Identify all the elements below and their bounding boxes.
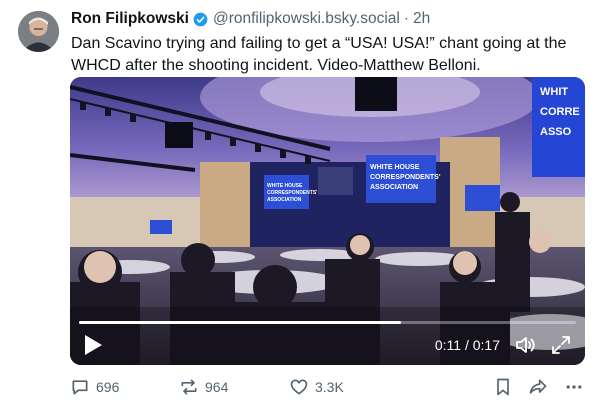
post-text: Dan Scavino trying and failing to get a …	[71, 35, 567, 74]
svg-text:CORRE: CORRE	[540, 106, 580, 118]
bookmark-icon	[497, 378, 509, 396]
repost-button[interactable]: 964	[179, 376, 228, 398]
share-icon	[529, 379, 547, 394]
post-card: Ron Filipkowski @ronfilipkowski.bsky.soc…	[0, 0, 600, 409]
reply-button[interactable]: 696	[70, 376, 119, 398]
bookmark-button[interactable]	[493, 376, 519, 398]
volume-icon	[516, 337, 535, 353]
reply-icon	[72, 380, 88, 395]
more-options-button[interactable]	[564, 376, 590, 398]
avatar[interactable]	[18, 11, 59, 52]
video-progress-fill	[79, 321, 401, 324]
like-button[interactable]: 3.3K	[289, 376, 344, 398]
like-count: 3.3K	[315, 379, 344, 395]
volume-button[interactable]	[515, 335, 537, 355]
author-handle[interactable]: @ronfilipkowski.bsky.social	[213, 10, 400, 28]
fullscreen-icon	[552, 336, 570, 354]
like-icon	[290, 379, 308, 395]
post-header: Ron Filipkowski @ronfilipkowski.bsky.soc…	[71, 9, 430, 29]
svg-text:ASSOCIATION: ASSOCIATION	[370, 184, 418, 191]
video-time: 0:11 / 0:17	[434, 337, 500, 353]
fullscreen-button[interactable]	[551, 335, 571, 355]
verified-badge-icon	[193, 12, 208, 27]
repost-icon	[181, 379, 197, 395]
header-separator: ·	[403, 10, 410, 27]
video-player[interactable]: WHITE HOUSE CORRESPONDENTS' ASSOCIATION …	[70, 77, 585, 365]
svg-text:WHIT: WHIT	[540, 86, 568, 98]
svg-text:CORRESPONDENTS': CORRESPONDENTS'	[370, 174, 441, 181]
video-progress-bar[interactable]	[79, 321, 576, 324]
share-button[interactable]	[528, 376, 554, 398]
play-icon	[85, 335, 102, 355]
svg-text:ASSOCIATION: ASSOCIATION	[267, 197, 302, 203]
post-timestamp[interactable]: 2h	[413, 10, 430, 28]
play-button[interactable]	[83, 334, 103, 356]
author-display-name[interactable]: Ron Filipkowski	[71, 10, 189, 28]
svg-text:WHITE HOUSE: WHITE HOUSE	[370, 164, 420, 171]
svg-text:WHITE HOUSE: WHITE HOUSE	[267, 183, 303, 189]
post-actions: 696 964 3.3K	[70, 376, 585, 398]
svg-text:ASSO: ASSO	[540, 126, 572, 138]
more-icon	[566, 385, 582, 389]
reply-count: 696	[96, 379, 120, 395]
svg-text:CORRESPONDENTS': CORRESPONDENTS'	[267, 190, 317, 196]
repost-count: 964	[205, 379, 229, 395]
